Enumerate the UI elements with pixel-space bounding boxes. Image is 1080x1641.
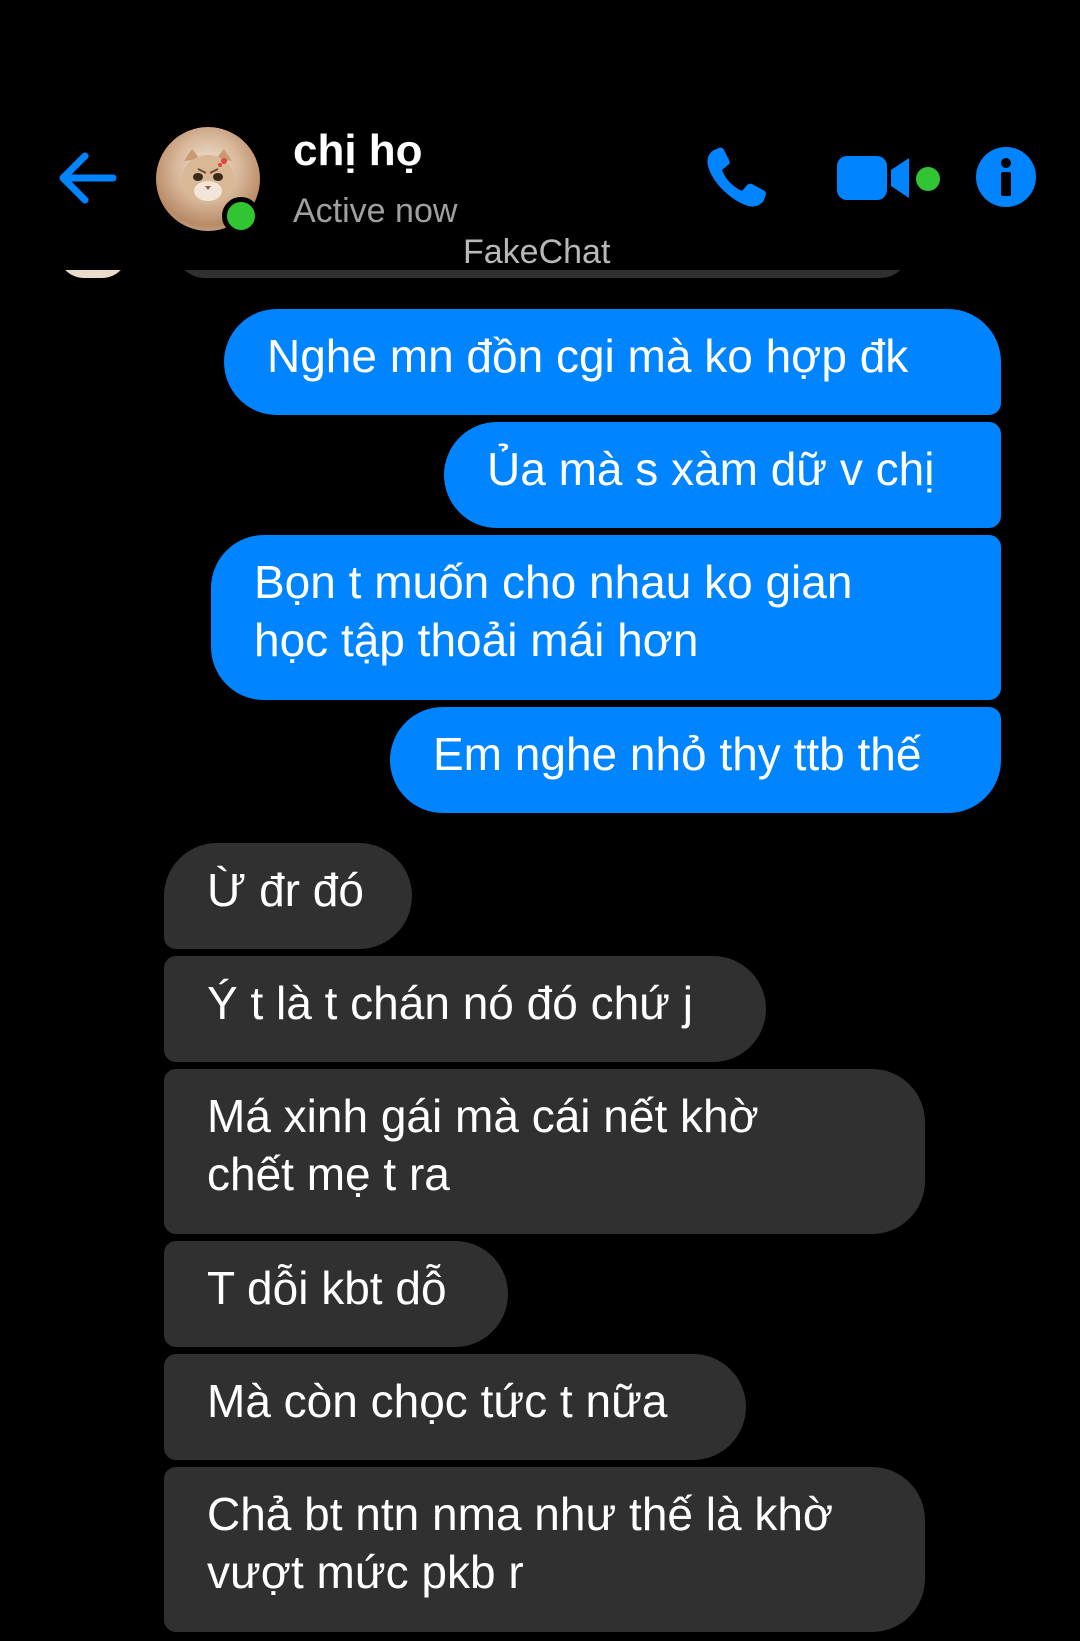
message-bubble-received[interactable]: T dỗi kbt dỗ [164, 1241, 508, 1347]
info-button[interactable] [975, 146, 1037, 208]
contact-name[interactable]: chị họ [293, 126, 423, 176]
watermark: FakeChat [463, 233, 611, 271]
message-bubble-received[interactable]: Mà còn chọc tức t nữa [164, 1354, 746, 1460]
message-bubble-sent[interactable]: Nghe mn đồn cgi mà ko hợp đk [224, 309, 1001, 415]
message-bubble-received[interactable]: Ừ đr đó [164, 843, 412, 949]
video-call-button[interactable] [835, 152, 915, 204]
video-active-dot [916, 167, 940, 191]
message-bubble-sent[interactable]: Bọn t muốn cho nhau ko gian học tập thoả… [211, 535, 1001, 700]
call-button[interactable] [700, 142, 772, 214]
back-button[interactable] [55, 148, 119, 208]
active-status: Active now [293, 192, 458, 230]
online-status-dot [222, 197, 260, 235]
message-bubble-sent[interactable]: Ủa mà s xàm dữ v chị [444, 422, 1001, 528]
chat-header: chị họ Active now FakeChat [0, 0, 1080, 271]
message-bubble-sent[interactable]: Em nghe nhỏ thy ttb thế [390, 707, 1001, 813]
message-bubble-received[interactable]: Má xinh gái mà cái nết khờ chết mẹ t ra [164, 1069, 925, 1234]
message-bubble-received[interactable]: Ý t là t chán nó đó chứ j [164, 956, 766, 1062]
phone-icon [707, 147, 766, 207]
back-arrow-icon [59, 152, 117, 204]
info-icon [976, 147, 1036, 207]
message-bubble-received[interactable]: Chả bt ntn nma như thế là khờ vượt mức p… [164, 1467, 925, 1632]
video-camera-icon [837, 156, 909, 200]
